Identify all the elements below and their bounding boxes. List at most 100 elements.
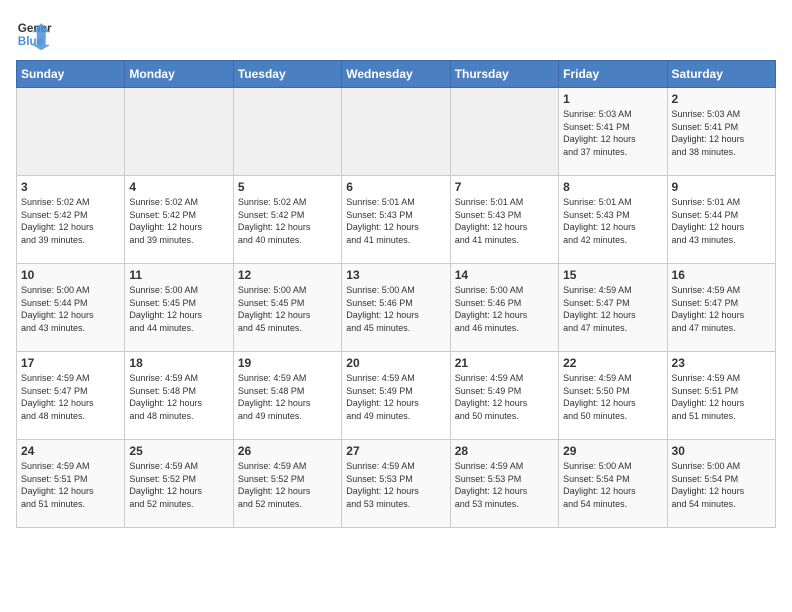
day-info: Sunrise: 5:02 AM Sunset: 5:42 PM Dayligh… bbox=[238, 196, 337, 246]
calendar-cell: 14 Sunrise: 5:00 AM Sunset: 5:46 PM Dayli… bbox=[450, 264, 558, 352]
weekday-header: Wednesday bbox=[342, 61, 450, 88]
calendar-cell bbox=[450, 88, 558, 176]
calendar-cell: 7Sunrise: 5:01 AM Sunset: 5:43 PM Daylig… bbox=[450, 176, 558, 264]
page-header: General Blue bbox=[16, 16, 776, 52]
day-number: 1 bbox=[563, 92, 662, 106]
calendar-cell: 18 Sunrise: 4:59 AM Sunset: 5:48 PM Dayli… bbox=[125, 352, 233, 440]
day-number: 22 bbox=[563, 356, 662, 370]
calendar-cell: 11Sunrise: 5:00 AM Sunset: 5:45 PM Dayli… bbox=[125, 264, 233, 352]
calendar-cell: 16 Sunrise: 4:59 AM Sunset: 5:47 PM Dayli… bbox=[667, 264, 775, 352]
weekday-header: Tuesday bbox=[233, 61, 341, 88]
calendar-cell: 6Sunrise: 5:01 AM Sunset: 5:43 PM Daylig… bbox=[342, 176, 450, 264]
day-info: Sunrise: 5:03 AM Sunset: 5:41 PM Dayligh… bbox=[563, 108, 662, 158]
calendar-cell: 15 Sunrise: 4:59 AM Sunset: 5:47 PM Dayli… bbox=[559, 264, 667, 352]
day-number: 18 bbox=[129, 356, 228, 370]
weekday-header: Thursday bbox=[450, 61, 558, 88]
calendar-cell bbox=[17, 88, 125, 176]
day-number: 23 bbox=[672, 356, 771, 370]
calendar-cell: 1 Sunrise: 5:03 AM Sunset: 5:41 PM Daylig… bbox=[559, 88, 667, 176]
day-info: Sunrise: 4:59 AM Sunset: 5:52 PM Dayligh… bbox=[129, 460, 228, 510]
day-info: Sunrise: 5:00 AM Sunset: 5:46 PM Dayligh… bbox=[455, 284, 554, 334]
day-number: 15 bbox=[563, 268, 662, 282]
day-info: Sunrise: 5:02 AM Sunset: 5:42 PM Dayligh… bbox=[129, 196, 228, 246]
day-number: 3 bbox=[21, 180, 120, 194]
day-info: Sunrise: 4:59 AM Sunset: 5:53 PM Dayligh… bbox=[455, 460, 554, 510]
day-info: Sunrise: 5:03 AM Sunset: 5:41 PM Dayligh… bbox=[672, 108, 771, 158]
day-info: Sunrise: 4:59 AM Sunset: 5:47 PM Dayligh… bbox=[672, 284, 771, 334]
day-info: Sunrise: 4:59 AM Sunset: 5:53 PM Dayligh… bbox=[346, 460, 445, 510]
day-info: Sunrise: 5:01 AM Sunset: 5:44 PM Dayligh… bbox=[672, 196, 771, 246]
day-number: 30 bbox=[672, 444, 771, 458]
day-number: 27 bbox=[346, 444, 445, 458]
day-info: Sunrise: 4:59 AM Sunset: 5:51 PM Dayligh… bbox=[21, 460, 120, 510]
day-number: 26 bbox=[238, 444, 337, 458]
calendar-week-row: 24 Sunrise: 4:59 AM Sunset: 5:51 PM Dayli… bbox=[17, 440, 776, 528]
calendar-cell: 13 Sunrise: 5:00 AM Sunset: 5:46 PM Dayli… bbox=[342, 264, 450, 352]
calendar-cell bbox=[342, 88, 450, 176]
day-number: 13 bbox=[346, 268, 445, 282]
day-info: Sunrise: 5:01 AM Sunset: 5:43 PM Dayligh… bbox=[563, 196, 662, 246]
calendar-week-row: 17Sunrise: 4:59 AM Sunset: 5:47 PM Dayli… bbox=[17, 352, 776, 440]
day-info: Sunrise: 4:59 AM Sunset: 5:49 PM Dayligh… bbox=[346, 372, 445, 422]
calendar-cell: 4Sunrise: 5:02 AM Sunset: 5:42 PM Daylig… bbox=[125, 176, 233, 264]
day-info: Sunrise: 5:00 AM Sunset: 5:45 PM Dayligh… bbox=[129, 284, 228, 334]
day-info: Sunrise: 4:59 AM Sunset: 5:47 PM Dayligh… bbox=[563, 284, 662, 334]
weekday-header: Monday bbox=[125, 61, 233, 88]
calendar-body: 1 Sunrise: 5:03 AM Sunset: 5:41 PM Daylig… bbox=[17, 88, 776, 528]
logo: General Blue bbox=[16, 16, 56, 52]
calendar-cell: 3 Sunrise: 5:02 AM Sunset: 5:42 PM Daylig… bbox=[17, 176, 125, 264]
calendar-week-row: 1 Sunrise: 5:03 AM Sunset: 5:41 PM Daylig… bbox=[17, 88, 776, 176]
day-info: Sunrise: 5:01 AM Sunset: 5:43 PM Dayligh… bbox=[346, 196, 445, 246]
weekday-row: SundayMondayTuesdayWednesdayThursdayFrid… bbox=[17, 61, 776, 88]
day-number: 10 bbox=[21, 268, 120, 282]
calendar-cell: 21Sunrise: 4:59 AM Sunset: 5:49 PM Dayli… bbox=[450, 352, 558, 440]
day-number: 24 bbox=[21, 444, 120, 458]
calendar-cell: 2 Sunrise: 5:03 AM Sunset: 5:41 PM Daylig… bbox=[667, 88, 775, 176]
day-info: Sunrise: 5:02 AM Sunset: 5:42 PM Dayligh… bbox=[21, 196, 120, 246]
day-number: 25 bbox=[129, 444, 228, 458]
day-info: Sunrise: 5:00 AM Sunset: 5:54 PM Dayligh… bbox=[672, 460, 771, 510]
day-info: Sunrise: 4:59 AM Sunset: 5:48 PM Dayligh… bbox=[129, 372, 228, 422]
calendar-cell bbox=[233, 88, 341, 176]
day-number: 2 bbox=[672, 92, 771, 106]
calendar-week-row: 10 Sunrise: 5:00 AM Sunset: 5:44 PM Dayli… bbox=[17, 264, 776, 352]
calendar-cell: 19 Sunrise: 4:59 AM Sunset: 5:48 PM Dayli… bbox=[233, 352, 341, 440]
day-number: 19 bbox=[238, 356, 337, 370]
calendar-week-row: 3 Sunrise: 5:02 AM Sunset: 5:42 PM Daylig… bbox=[17, 176, 776, 264]
day-number: 8 bbox=[563, 180, 662, 194]
day-info: Sunrise: 5:00 AM Sunset: 5:45 PM Dayligh… bbox=[238, 284, 337, 334]
day-info: Sunrise: 5:00 AM Sunset: 5:46 PM Dayligh… bbox=[346, 284, 445, 334]
day-number: 20 bbox=[346, 356, 445, 370]
calendar-cell: 29 Sunrise: 5:00 AM Sunset: 5:54 PM Dayli… bbox=[559, 440, 667, 528]
day-info: Sunrise: 4:59 AM Sunset: 5:51 PM Dayligh… bbox=[672, 372, 771, 422]
calendar-cell: 5 Sunrise: 5:02 AM Sunset: 5:42 PM Daylig… bbox=[233, 176, 341, 264]
logo-icon: General Blue bbox=[16, 16, 52, 52]
day-number: 14 bbox=[455, 268, 554, 282]
day-info: Sunrise: 5:00 AM Sunset: 5:54 PM Dayligh… bbox=[563, 460, 662, 510]
calendar-header: SundayMondayTuesdayWednesdayThursdayFrid… bbox=[17, 61, 776, 88]
day-number: 16 bbox=[672, 268, 771, 282]
calendar-cell: 26 Sunrise: 4:59 AM Sunset: 5:52 PM Dayli… bbox=[233, 440, 341, 528]
calendar-cell: 22 Sunrise: 4:59 AM Sunset: 5:50 PM Dayli… bbox=[559, 352, 667, 440]
day-number: 5 bbox=[238, 180, 337, 194]
day-info: Sunrise: 4:59 AM Sunset: 5:49 PM Dayligh… bbox=[455, 372, 554, 422]
calendar-cell: 24 Sunrise: 4:59 AM Sunset: 5:51 PM Dayli… bbox=[17, 440, 125, 528]
calendar-cell: 27 Sunrise: 4:59 AM Sunset: 5:53 PM Dayli… bbox=[342, 440, 450, 528]
day-number: 29 bbox=[563, 444, 662, 458]
day-info: Sunrise: 4:59 AM Sunset: 5:48 PM Dayligh… bbox=[238, 372, 337, 422]
calendar-cell: 28 Sunrise: 4:59 AM Sunset: 5:53 PM Dayli… bbox=[450, 440, 558, 528]
calendar-cell bbox=[125, 88, 233, 176]
day-info: Sunrise: 5:00 AM Sunset: 5:44 PM Dayligh… bbox=[21, 284, 120, 334]
calendar-cell: 12 Sunrise: 5:00 AM Sunset: 5:45 PM Dayli… bbox=[233, 264, 341, 352]
calendar-cell: 10 Sunrise: 5:00 AM Sunset: 5:44 PM Dayli… bbox=[17, 264, 125, 352]
calendar-cell: 30 Sunrise: 5:00 AM Sunset: 5:54 PM Dayli… bbox=[667, 440, 775, 528]
calendar-cell: 17Sunrise: 4:59 AM Sunset: 5:47 PM Dayli… bbox=[17, 352, 125, 440]
day-info: Sunrise: 4:59 AM Sunset: 5:50 PM Dayligh… bbox=[563, 372, 662, 422]
day-number: 12 bbox=[238, 268, 337, 282]
day-number: 28 bbox=[455, 444, 554, 458]
calendar-table: SundayMondayTuesdayWednesdayThursdayFrid… bbox=[16, 60, 776, 528]
weekday-header: Friday bbox=[559, 61, 667, 88]
day-info: Sunrise: 4:59 AM Sunset: 5:47 PM Dayligh… bbox=[21, 372, 120, 422]
calendar-cell: 23 Sunrise: 4:59 AM Sunset: 5:51 PM Dayli… bbox=[667, 352, 775, 440]
day-info: Sunrise: 4:59 AM Sunset: 5:52 PM Dayligh… bbox=[238, 460, 337, 510]
